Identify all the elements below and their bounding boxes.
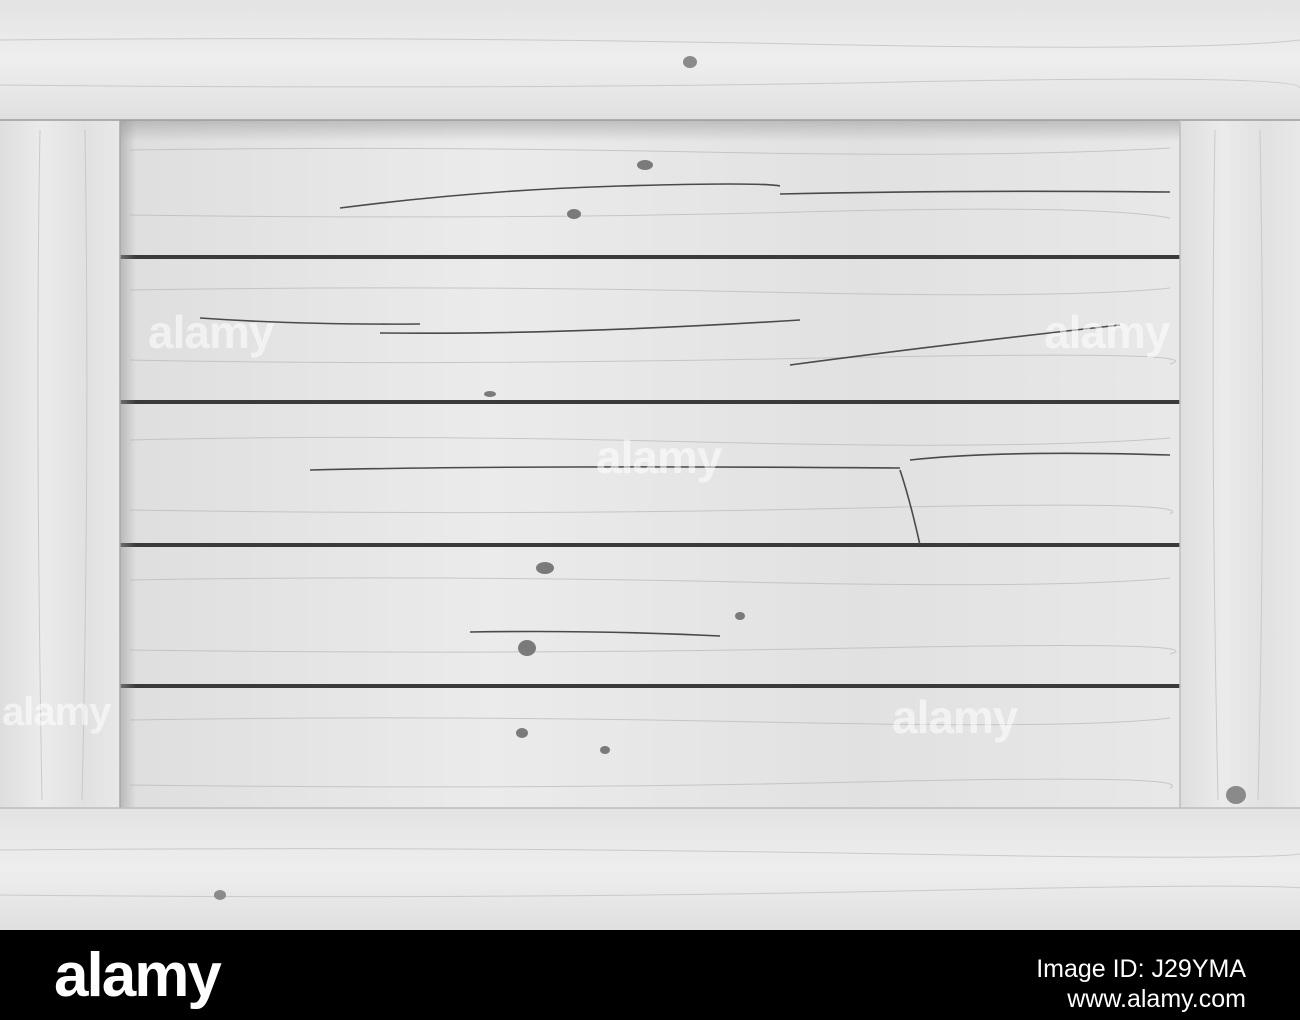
stock-photo-page: alamy alamy alamy alamy alamy alamy Imag… [0, 0, 1300, 1020]
frame-bottom-board [0, 808, 1300, 930]
image-id: Image ID: J29YMA [1036, 955, 1246, 983]
frame-shadow-left [120, 120, 136, 810]
plank-4 [120, 547, 1180, 686]
watermark-text: alamy [892, 691, 1018, 743]
plank-2 [120, 259, 1180, 402]
frame-top-board [0, 0, 1300, 120]
plank-gap [120, 543, 1180, 547]
alamy-logo: alamy [54, 941, 222, 1010]
watermark-text: alamy [2, 690, 111, 734]
frame-right-board [1180, 120, 1300, 810]
frame-shadow-top [120, 120, 1180, 142]
plank-gap [120, 255, 1180, 259]
footer-bar: alamy Image ID: J29YMA www.alamy.com [0, 930, 1300, 1020]
plank-5 [120, 688, 1180, 808]
site-url: www.alamy.com [1067, 985, 1246, 1013]
watermark-text: alamy [596, 431, 722, 483]
plank-gap [120, 684, 1180, 688]
plank-gap [120, 400, 1180, 404]
watermark-text: alamy [148, 306, 274, 358]
watermark-text: alamy [1044, 306, 1170, 358]
